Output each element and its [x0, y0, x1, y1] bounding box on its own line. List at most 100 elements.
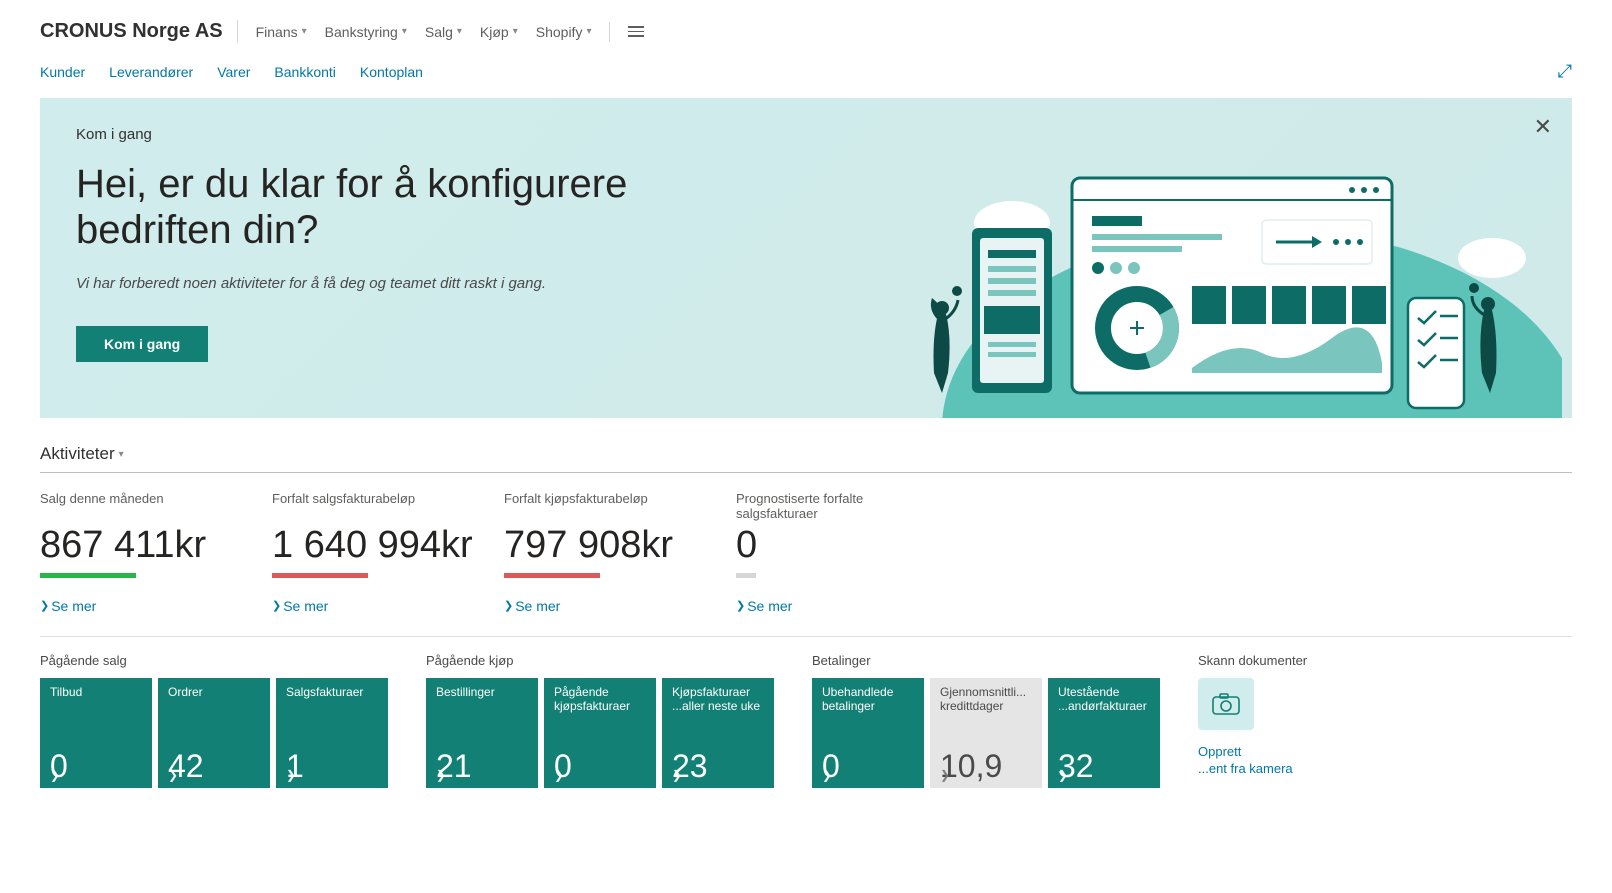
tile-avg-credit-days[interactable]: Gjennomsnittli... kredittdager 10,9 ❯	[930, 678, 1042, 788]
tile-sales-invoices[interactable]: Salgsfakturaer 1 ❯	[276, 678, 388, 788]
tile-quotes[interactable]: Tilbud 0 ❯	[40, 678, 152, 788]
kpi-sales-month: Salg denne måneden 867 411kr ❯Se mer	[40, 491, 272, 614]
tile-orders[interactable]: Ordrer 42 ❯	[158, 678, 270, 788]
tile-value: 1	[286, 750, 378, 782]
chevron-right-icon: ❯	[286, 768, 296, 782]
expand-icon[interactable]: ⤢	[1558, 61, 1572, 82]
kpi-bar	[40, 573, 136, 578]
kpi-see-more-link[interactable]: ❯Se mer	[504, 598, 560, 614]
tile-value: 0	[554, 750, 646, 782]
tile-label: Salgsfakturaer	[286, 686, 378, 716]
subnav-leverandorer[interactable]: Leverandører	[109, 64, 193, 80]
chevron-right-icon: ❯	[40, 599, 49, 612]
kpi-label: Prognostiserte forfalte salgsfakturaer	[736, 491, 948, 525]
chevron-right-icon: ❯	[822, 768, 832, 782]
chevron-right-icon: ❯	[940, 768, 950, 782]
chevron-down-icon: ▾	[513, 26, 518, 37]
sub-nav: Kunder Leverandører Varer Bankkonti Kont…	[40, 55, 1572, 98]
chevron-right-icon: ❯	[736, 599, 745, 612]
tile-group-payments: Betalinger Ubehandlede betalinger 0 ❯ Gj…	[812, 653, 1160, 788]
tile-value: 42	[168, 750, 260, 782]
kpi-value[interactable]: 1 640 994kr	[272, 525, 484, 567]
kpi-value[interactable]: 797 908kr	[504, 525, 716, 567]
tile-value: 10,9	[940, 750, 1032, 782]
kpi-label: Forfalt salgsfakturabeløp	[272, 491, 484, 525]
close-icon[interactable]: ✕	[1534, 114, 1552, 140]
banner-description: Vi har forberedt noen aktiviteter for å …	[76, 275, 596, 292]
group-label: Pågående kjøp	[426, 653, 774, 668]
camera-icon	[1212, 693, 1240, 715]
kpi-bar	[272, 573, 368, 578]
group-label: Pågående salg	[40, 653, 388, 668]
tile-group-sales: Pågående salg Tilbud 0 ❯ Ordrer 42 ❯ Sal…	[40, 653, 388, 788]
subnav-kunder[interactable]: Kunder	[40, 64, 85, 80]
kpi-see-more-link[interactable]: ❯Se mer	[736, 598, 792, 614]
tile-label: Utestående ...andørfakturaer	[1058, 686, 1150, 716]
chevron-down-icon: ▾	[586, 26, 591, 37]
hamburger-menu-icon[interactable]	[628, 26, 644, 37]
tile-label: Ordrer	[168, 686, 260, 716]
chevron-down-icon: ▾	[457, 26, 462, 37]
tile-pending-purchase-invoices[interactable]: Pågående kjøpsfakturaer 0 ❯	[544, 678, 656, 788]
kpi-value[interactable]: 867 411kr	[40, 525, 252, 567]
kpi-value[interactable]: 0	[736, 525, 948, 567]
kpi-label: Salg denne måneden	[40, 491, 252, 525]
kpi-forecast: Prognostiserte forfalte salgsfakturaer 0…	[736, 491, 968, 614]
activities-header[interactable]: Aktiviteter▾	[40, 444, 1572, 464]
get-started-button[interactable]: Kom i gang	[76, 326, 208, 362]
company-name: CRONUS Norge AS	[40, 20, 238, 43]
kpi-see-more-link[interactable]: ❯Se mer	[40, 598, 96, 614]
chevron-right-icon: ❯	[50, 768, 60, 782]
group-label: Skann dokumenter	[1198, 653, 1307, 668]
kpi-bar	[736, 573, 756, 578]
chevron-right-icon: ❯	[1058, 768, 1068, 782]
tile-label: Kjøpsfakturaer ...aller neste uke	[672, 686, 764, 716]
tile-label: Ubehandlede betalinger	[822, 686, 914, 716]
scan-camera-button[interactable]	[1198, 678, 1254, 730]
kpi-overdue-purchase: Forfalt kjøpsfakturabeløp 797 908kr ❯Se …	[504, 491, 736, 614]
chevron-down-icon: ▾	[119, 449, 124, 460]
banner-title: Hei, er du klar for å konfigurere bedrif…	[76, 161, 636, 253]
kpi-overdue-sales: Forfalt salgsfakturabeløp 1 640 994kr ❯S…	[272, 491, 504, 614]
chevron-right-icon: ❯	[436, 768, 446, 782]
chevron-down-icon: ▾	[302, 26, 307, 37]
chevron-right-icon: ❯	[672, 768, 682, 782]
kpi-row: Salg denne måneden 867 411kr ❯Se mer For…	[40, 491, 1572, 614]
kpi-see-more-link[interactable]: ❯Se mer	[272, 598, 328, 614]
tile-label: Tilbud	[50, 686, 142, 716]
nav-finans[interactable]: Finans▾	[256, 24, 307, 40]
subnav-kontoplan[interactable]: Kontoplan	[360, 64, 423, 80]
tile-label: Pågående kjøpsfakturaer	[554, 686, 646, 716]
scan-documents-group: Skann dokumenter Opprett ...ent fra kame…	[1198, 653, 1307, 778]
nav-kjop[interactable]: Kjøp▾	[480, 24, 518, 40]
tile-value: 0	[822, 750, 914, 782]
group-label: Betalinger	[812, 653, 1160, 668]
tile-unprocessed-payments[interactable]: Ubehandlede betalinger 0 ❯	[812, 678, 924, 788]
tile-purchase-invoices-next-week[interactable]: Kjøpsfakturaer ...aller neste uke 23 ❯	[662, 678, 774, 788]
subnav-varer[interactable]: Varer	[217, 64, 250, 80]
tile-value: 21	[436, 750, 528, 782]
chevron-down-icon: ▾	[402, 26, 407, 37]
nav-salg[interactable]: Salg▾	[425, 24, 462, 40]
divider	[40, 636, 1572, 637]
scan-create-link[interactable]: Opprett ...ent fra kamera	[1198, 744, 1307, 778]
kpi-bar	[504, 573, 600, 578]
getting-started-banner: ✕ Kom i gang Hei, er du klar for å konfi…	[40, 98, 1572, 418]
banner-illustration	[862, 138, 1562, 418]
tile-value: 23	[672, 750, 764, 782]
tile-value: 32	[1058, 750, 1150, 782]
chevron-right-icon: ❯	[168, 768, 178, 782]
tile-sections: Pågående salg Tilbud 0 ❯ Ordrer 42 ❯ Sal…	[40, 653, 1572, 788]
nav-shopify[interactable]: Shopify▾	[536, 24, 592, 40]
top-nav: CRONUS Norge AS Finans▾ Bankstyring▾ Sal…	[40, 20, 1572, 55]
chevron-right-icon: ❯	[272, 599, 281, 612]
tile-outstanding-vendor-invoices[interactable]: Utestående ...andørfakturaer 32 ❯	[1048, 678, 1160, 788]
tile-purchase-orders[interactable]: Bestillinger 21 ❯	[426, 678, 538, 788]
tile-group-purchase: Pågående kjøp Bestillinger 21 ❯ Pågående…	[426, 653, 774, 788]
divider	[609, 22, 610, 42]
kpi-label: Forfalt kjøpsfakturabeløp	[504, 491, 716, 525]
chevron-right-icon: ❯	[504, 599, 513, 612]
nav-bankstyring[interactable]: Bankstyring▾	[325, 24, 407, 40]
chevron-right-icon: ❯	[554, 768, 564, 782]
subnav-bankkonti[interactable]: Bankkonti	[274, 64, 335, 80]
